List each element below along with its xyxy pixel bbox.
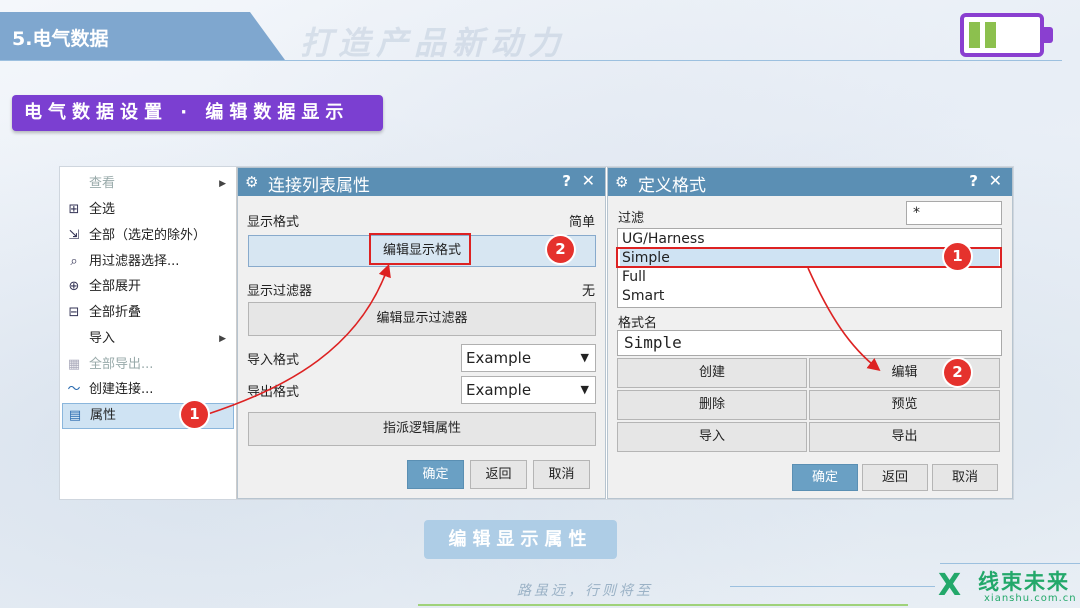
dialog-title: 定义格式	[638, 176, 706, 196]
format-name-input[interactable]: Simple	[617, 330, 1002, 356]
display-filter-label: 显示过滤器	[247, 284, 313, 299]
select-except-icon: ⇲	[68, 228, 80, 243]
menu-item-properties[interactable]: ▤ 属性	[62, 403, 234, 429]
list-item[interactable]: Smart	[620, 287, 999, 306]
menu-item-view[interactable]: 查看 ▶	[62, 172, 232, 196]
display-format-label: 显示格式	[247, 215, 300, 230]
import-format-select[interactable]: Example ▼	[461, 344, 596, 372]
connection-list-properties-dialog: ⚙ 连接列表属性 ? ✕ 显示格式 简单 编辑显示格式 显示过滤器 无 编辑显示…	[237, 167, 606, 499]
select-all-icon: ⊞	[68, 202, 80, 217]
gear-icon: ⚙	[245, 173, 259, 191]
menu-item-export-all[interactable]: ▦ 全部导出...	[62, 353, 232, 377]
header-title: 5.电气数据	[12, 28, 109, 50]
menu-item-import[interactable]: 导入 ▶	[62, 327, 232, 351]
step-badge-2: 2	[547, 236, 574, 263]
import-format-value: Example	[466, 349, 532, 367]
logo-url: xianshu.com.cn	[984, 593, 1077, 604]
logo-icon: X	[938, 568, 962, 603]
header-watermark: 打造产品新动力	[300, 24, 567, 62]
step-badge-2: 2	[944, 359, 971, 386]
highlight-edit-display-format	[369, 233, 471, 265]
logo-name: 线束未来	[978, 570, 1070, 594]
submenu-arrow-icon: ▶	[219, 334, 226, 344]
menu-item-label: 全部折叠	[89, 305, 142, 320]
dropdown-arrow-icon: ▼	[580, 383, 589, 396]
assign-logic-properties-button[interactable]: 指派逻辑属性	[248, 412, 596, 446]
slogan: 路虽远，行则将至	[517, 583, 653, 599]
section-label: 电气数据设置 · 编辑数据显示	[12, 95, 383, 131]
export-format-value: Example	[466, 381, 532, 399]
help-button[interactable]: ?	[562, 172, 571, 190]
help-button[interactable]: ?	[969, 172, 978, 190]
filter-input[interactable]: *	[906, 201, 1002, 225]
filter-label: 过滤	[618, 211, 645, 226]
footer-divider	[418, 604, 908, 606]
display-filter-value: 无	[581, 284, 595, 299]
back-button[interactable]: 返回	[470, 460, 527, 489]
close-button[interactable]: ✕	[582, 171, 595, 190]
cancel-button[interactable]: 取消	[932, 464, 998, 491]
preview-button[interactable]: 预览	[809, 390, 1000, 420]
define-format-dialog: ⚙ 定义格式 ? ✕ 过滤 * UG/Harness Simple Full S…	[607, 167, 1013, 499]
dropdown-arrow-icon: ▼	[580, 351, 589, 364]
import-button[interactable]: 导入	[617, 422, 807, 452]
gear-icon: ⚙	[615, 173, 629, 191]
export-all-icon: ▦	[67, 357, 81, 372]
battery-icon	[960, 13, 1044, 57]
export-format-label: 导出格式	[247, 385, 300, 400]
dialog-titlebar: ⚙ 定义格式 ? ✕	[608, 168, 1012, 196]
context-menu: 查看 ▶ ⊞ 全选 ⇲ 全部（选定的除外） ⌕ 用过滤器选择... ⊕ 全部展开…	[60, 167, 237, 499]
software-screenshot: 查看 ▶ ⊞ 全选 ⇲ 全部（选定的除外） ⌕ 用过滤器选择... ⊕ 全部展开…	[59, 166, 1014, 500]
menu-item-label: 用过滤器选择...	[89, 254, 180, 269]
dialog-title: 连接列表属性	[268, 176, 370, 196]
menu-item-label: 导入	[89, 331, 116, 346]
menu-item-label: 全部导出...	[89, 357, 154, 372]
edit-button[interactable]: 编辑	[809, 358, 1000, 388]
menu-item-label: 属性	[90, 408, 117, 423]
dialog-titlebar: ⚙ 连接列表属性 ? ✕	[238, 168, 605, 196]
back-button[interactable]: 返回	[862, 464, 928, 491]
menu-item-label: 创建连接...	[89, 382, 154, 397]
step-badge-1: 1	[944, 243, 971, 270]
filter-select-icon: ⌕	[70, 254, 78, 269]
header-divider	[0, 60, 1062, 61]
footer-divider	[730, 586, 935, 587]
export-format-select[interactable]: Example ▼	[461, 376, 596, 404]
export-button[interactable]: 导出	[809, 422, 1000, 452]
create-button[interactable]: 创建	[617, 358, 807, 388]
format-name-label: 格式名	[618, 316, 658, 331]
menu-item-label: 全选	[89, 202, 116, 217]
menu-item-create-connection[interactable]: 〜 创建连接...	[62, 378, 232, 402]
battery-cell	[985, 22, 996, 48]
edit-display-filter-button[interactable]: 编辑显示过滤器	[248, 302, 596, 336]
menu-item-select-all[interactable]: ⊞ 全选	[62, 198, 232, 222]
list-item[interactable]: Full	[620, 268, 999, 287]
footer-divider	[940, 563, 1080, 564]
collapse-all-icon: ⊟	[68, 305, 80, 320]
format-list[interactable]: UG/Harness Simple Full Smart	[617, 228, 1002, 308]
close-button[interactable]: ✕	[989, 171, 1002, 190]
create-connection-icon: 〜	[67, 382, 81, 397]
battery-tip	[1044, 27, 1053, 43]
menu-item-label: 查看	[89, 176, 116, 191]
ok-button[interactable]: 确定	[407, 460, 464, 489]
menu-item-collapse-all[interactable]: ⊟ 全部折叠	[62, 301, 232, 325]
expand-all-icon: ⊕	[68, 279, 80, 294]
display-format-value: 简单	[568, 215, 595, 230]
menu-item-label: 全部（选定的除外）	[89, 228, 207, 243]
menu-item-expand-all[interactable]: ⊕ 全部展开	[62, 275, 232, 299]
delete-button[interactable]: 删除	[617, 390, 807, 420]
menu-item-select-except[interactable]: ⇲ 全部（选定的除外）	[62, 224, 232, 248]
step-badge-1: 1	[181, 401, 208, 428]
menu-item-filter-select[interactable]: ⌕ 用过滤器选择...	[62, 250, 232, 274]
battery-cell	[969, 22, 980, 48]
properties-icon: ▤	[68, 408, 82, 423]
cancel-button[interactable]: 取消	[533, 460, 590, 489]
submenu-arrow-icon: ▶	[219, 179, 226, 189]
caption: 编辑显示属性	[424, 520, 617, 559]
ok-button[interactable]: 确定	[792, 464, 858, 491]
menu-item-label: 全部展开	[89, 279, 142, 294]
import-format-label: 导入格式	[247, 353, 300, 368]
